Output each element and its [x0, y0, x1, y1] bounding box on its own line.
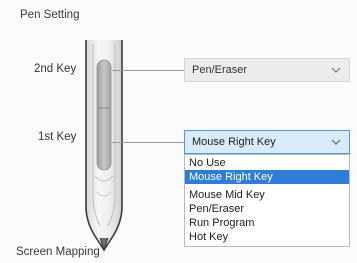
first-key-leader-line [112, 142, 184, 143]
first-key-dropdown-list: No Use Mouse Right Key Mouse Mid Key Pen… [184, 154, 350, 247]
dropdown-option-hot-key[interactable]: Hot Key [185, 230, 349, 244]
dropdown-option-no-use[interactable]: No Use [185, 156, 349, 170]
chevron-down-icon [331, 139, 341, 145]
second-key-value: Pen/Eraser [192, 64, 248, 76]
second-key-label: 2nd Key [34, 63, 77, 75]
pen-setting-panel: Pen Setting 2nd Key Pen/Eraser 1st Key M… [0, 0, 357, 263]
dropdown-option-run-program[interactable]: Run Program [185, 216, 349, 230]
pen-side-button [96, 59, 112, 171]
second-key-combobox[interactable]: Pen/Eraser [184, 58, 350, 82]
first-key-label: 1st Key [38, 131, 77, 143]
dropdown-option-mouse-mid-key[interactable]: Mouse Mid Key [185, 188, 349, 202]
dropdown-option-mouse-right-key[interactable]: Mouse Right Key [185, 170, 349, 184]
first-key-combobox[interactable]: Mouse Right Key [184, 130, 350, 154]
chevron-down-icon [331, 67, 341, 73]
first-key-value: Mouse Right Key [192, 136, 276, 148]
dropdown-option-pen-eraser[interactable]: Pen/Eraser [185, 202, 349, 216]
screen-mapping-title: Screen Mapping [16, 246, 100, 258]
second-key-leader-line [112, 70, 184, 71]
